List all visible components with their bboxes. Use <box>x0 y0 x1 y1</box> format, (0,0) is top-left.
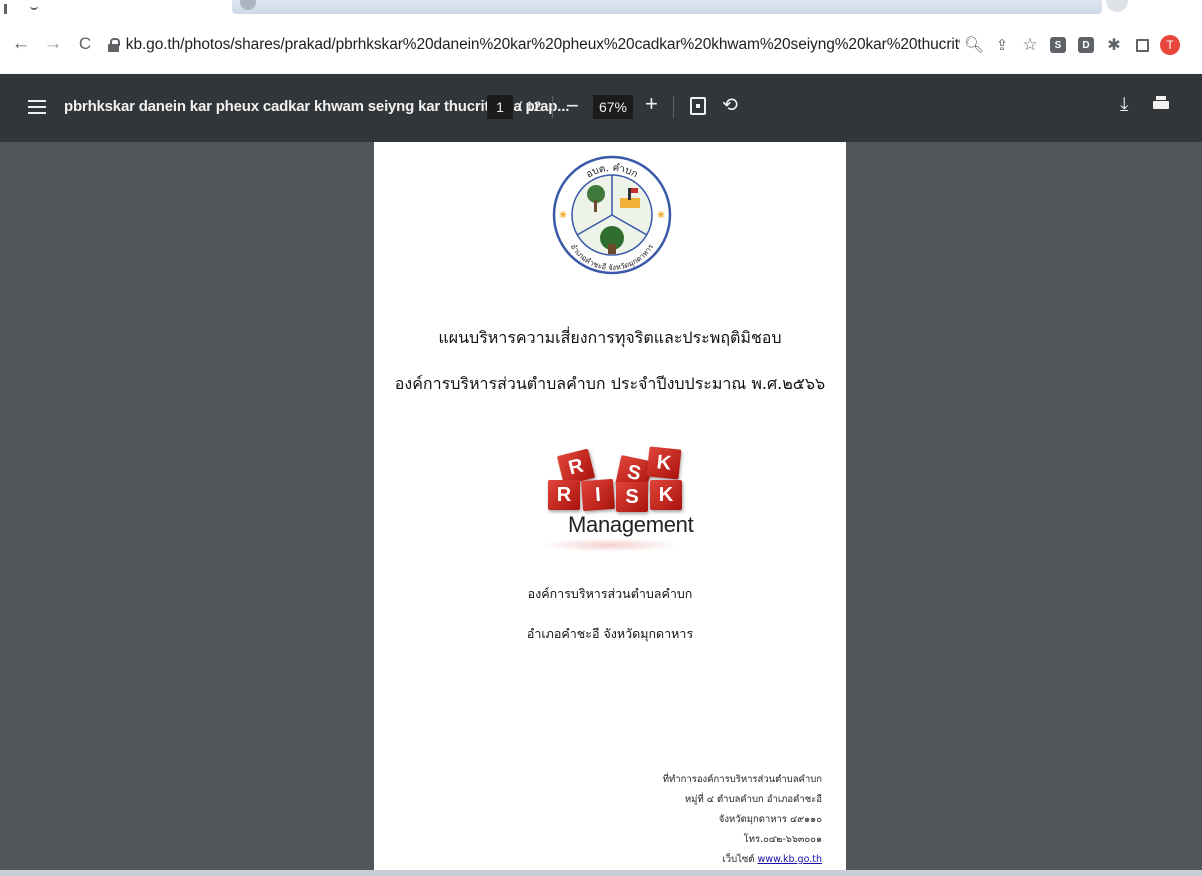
active-tab[interactable] <box>232 0 1102 14</box>
share-icon[interactable]: ⇪ <box>988 34 1016 56</box>
page-number-input[interactable]: 1 <box>487 95 513 119</box>
organization-location: อำเภอคำชะอี จังหวัดมุกดาหาร <box>526 626 694 641</box>
taskbar-edge <box>0 870 1202 876</box>
zoom-in-icon[interactable]: + <box>645 91 658 117</box>
forward-arrow-icon[interactable]: → <box>40 31 66 57</box>
side-panel-icon[interactable] <box>1128 34 1156 56</box>
svg-text:✷: ✷ <box>558 208 568 222</box>
lock-icon[interactable] <box>108 38 120 52</box>
address-line: หมู่ที่ ๔ ตำบลคำบก อำเภอคำชะอี <box>684 794 822 805</box>
extensions-puzzle-icon[interactable]: ✱ <box>1100 34 1128 56</box>
risk-cube: S <box>616 482 648 512</box>
tab-icon-fragment <box>4 4 7 14</box>
risk-cube: K <box>646 446 682 480</box>
omnibox[interactable]: kb.go.th/photos/shares/prakad/pbrhkskar%… <box>108 28 960 62</box>
address-website-line: เว็บไซต์ www.kb.go.th <box>663 850 823 870</box>
extension-d-icon[interactable]: D <box>1072 34 1100 56</box>
bookmark-star-icon[interactable]: ☆ <box>1016 34 1044 56</box>
organization-name: องค์การบริหารส่วนตำบลคำบก <box>527 586 693 601</box>
risk-management-word: Management <box>568 512 694 537</box>
risk-image-shadow <box>540 538 680 552</box>
browser-toolbar: ← → C kb.go.th/photos/shares/prakad/pbrh… <box>0 14 1202 74</box>
pdf-page: อบต. คำบก อำเภอคำชะอี จังหวัดมุกดาหาร ✷ … <box>374 142 846 876</box>
svg-text:✷: ✷ <box>656 208 666 222</box>
pdf-viewer[interactable]: อบต. คำบก อำเภอคำชะอี จังหวัดมุกดาหาร ✷ … <box>0 142 1202 876</box>
address-phone: โทร.๐๔๒-๖๖๓๐๐๑ <box>743 834 822 845</box>
zoom-level-input[interactable]: 67% <box>593 95 633 119</box>
document-title-line-2: องค์การบริหารส่วนตำบลคำบก ประจำปีงบประมา… <box>394 374 826 393</box>
menu-hamburger-icon[interactable] <box>28 100 46 114</box>
toolbar-divider <box>673 96 674 118</box>
toolbar-divider <box>552 96 553 118</box>
tab-strip <box>0 0 1202 14</box>
url-text[interactable]: kb.go.th/photos/shares/prakad/pbrhkskar%… <box>126 36 960 54</box>
website-label: เว็บไซต์ <box>722 854 755 865</box>
page-total: / 12 <box>518 98 542 114</box>
new-tab-button[interactable] <box>1106 0 1128 12</box>
tab-icon-fragment-2 <box>30 4 38 10</box>
zoom-out-icon[interactable]: − <box>566 93 579 119</box>
zoom-magnifier-icon[interactable]: 🔍︎ <box>960 34 988 56</box>
fit-to-page-icon[interactable] <box>690 97 706 115</box>
profile-avatar[interactable]: T <box>1156 34 1184 56</box>
extension-s-icon[interactable]: S <box>1044 34 1072 56</box>
rotate-icon[interactable]: ⟲ <box>722 94 738 117</box>
organization-seal-logo: อบต. คำบก อำเภอคำชะอี จังหวัดมุกดาหาร ✷ … <box>552 155 672 275</box>
document-title-line-1: แผนบริหารความเสี่ยงการทุจริตและประพฤติมิ… <box>438 328 782 347</box>
reload-icon[interactable]: C <box>72 31 98 57</box>
risk-cube: R <box>548 480 580 510</box>
toolbar-icons: 🔍︎ ⇪ ☆ S D ✱ T <box>960 34 1184 56</box>
address-line: จังหวัดมุกดาหาร ๔๙๑๑๐ <box>718 814 822 825</box>
pdf-toolbar: pbrhkskar danein kar pheux cadkar khwam … <box>0 74 1202 142</box>
more-options-icon[interactable]: ⋮ <box>1194 98 1202 119</box>
back-arrow-icon[interactable]: ← <box>8 31 34 57</box>
risk-cube: K <box>650 480 682 510</box>
address-line: ที่ทำการองค์การบริหารส่วนตำบลคำบก <box>662 774 822 785</box>
risk-cube: I <box>580 478 616 512</box>
risk-management-image: R S K R I S K Management <box>530 446 694 558</box>
download-icon[interactable]: ⤓ <box>1120 94 1128 116</box>
print-icon[interactable] <box>1153 96 1169 112</box>
address-block: ที่ทำการองค์การบริหารส่วนตำบลคำบก หมู่ที… <box>663 770 822 870</box>
website-link[interactable]: www.kb.go.th <box>758 854 822 865</box>
